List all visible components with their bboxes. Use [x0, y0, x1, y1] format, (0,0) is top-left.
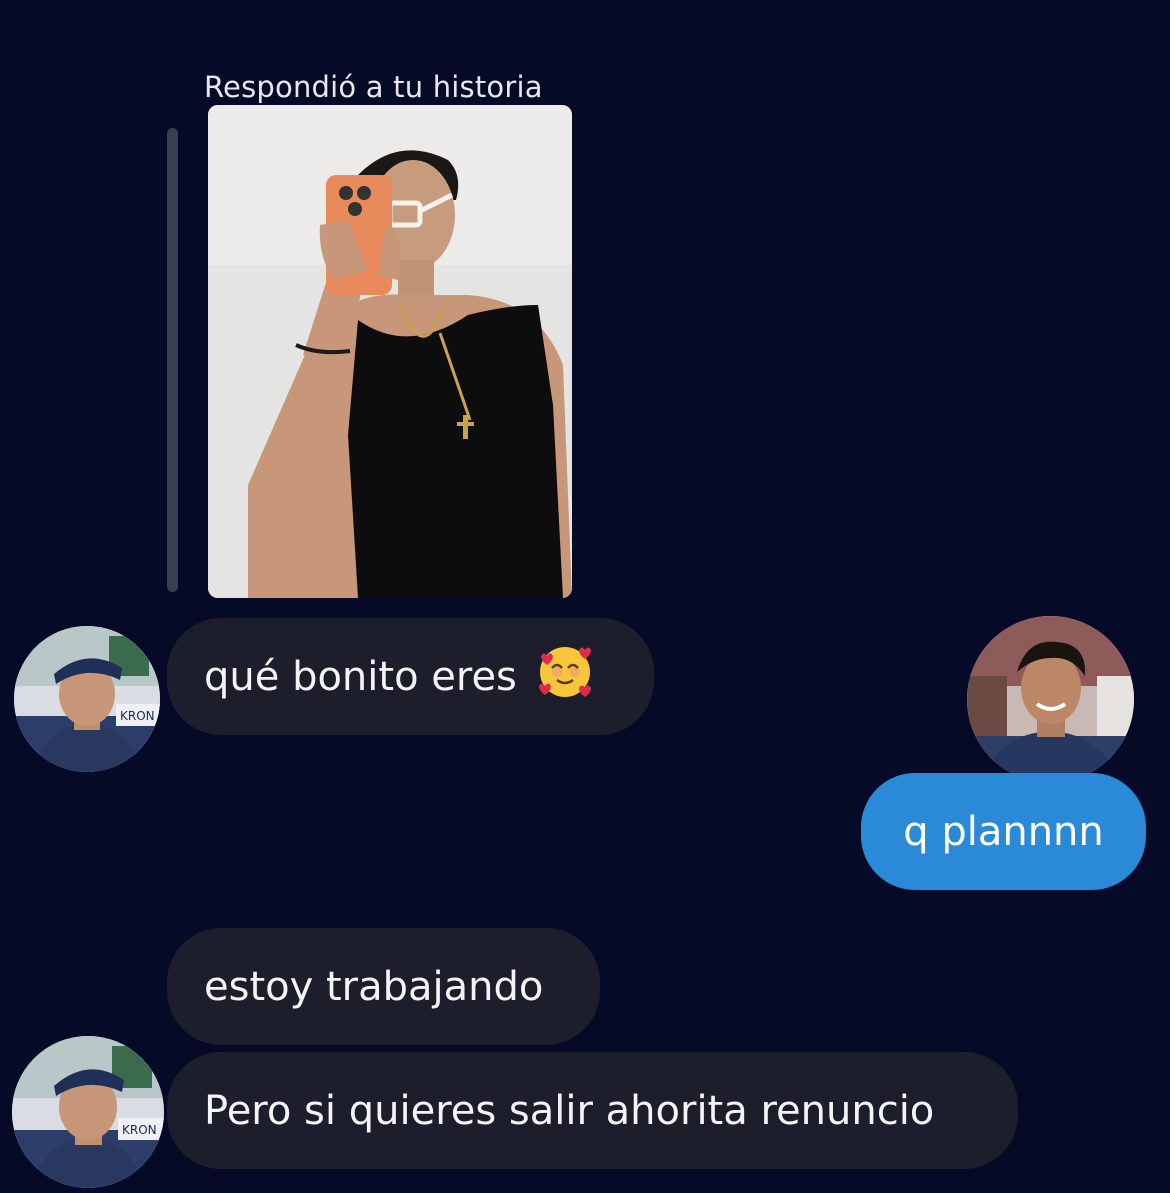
received-message-bubble[interactable]: estoy trabajando: [167, 928, 600, 1045]
reply-quote-bar: [167, 128, 178, 592]
contact-avatar-photo: ΚRON: [12, 1036, 164, 1188]
message-text: estoy trabajando: [204, 963, 544, 1010]
contact-avatar[interactable]: ΚRON: [12, 1036, 164, 1188]
message-text: qué bonito eres: [204, 653, 517, 700]
story-thumbnail[interactable]: [208, 105, 572, 598]
message-text: q plannnn: [903, 808, 1104, 855]
contact-avatar[interactable]: ΚRON: [14, 626, 160, 772]
story-photo: [208, 105, 572, 598]
received-message-bubble[interactable]: Pero si quieres salir ahorita renuncio: [167, 1052, 1018, 1169]
my-avatar[interactable]: [967, 616, 1134, 783]
message-text: Pero si quieres salir ahorita renuncio: [204, 1087, 935, 1134]
smiling-face-with-hearts-icon: [535, 642, 595, 712]
sent-message-bubble[interactable]: q plannnn: [861, 773, 1146, 890]
contact-avatar-photo: ΚRON: [14, 626, 160, 772]
my-avatar-photo: [967, 616, 1134, 783]
story-reply-label: Respondió a tu historia: [204, 70, 543, 104]
jersey-text: ΚRON: [120, 709, 155, 723]
jersey-text: ΚRON: [122, 1123, 157, 1137]
received-message-bubble[interactable]: qué bonito eres: [167, 618, 654, 735]
